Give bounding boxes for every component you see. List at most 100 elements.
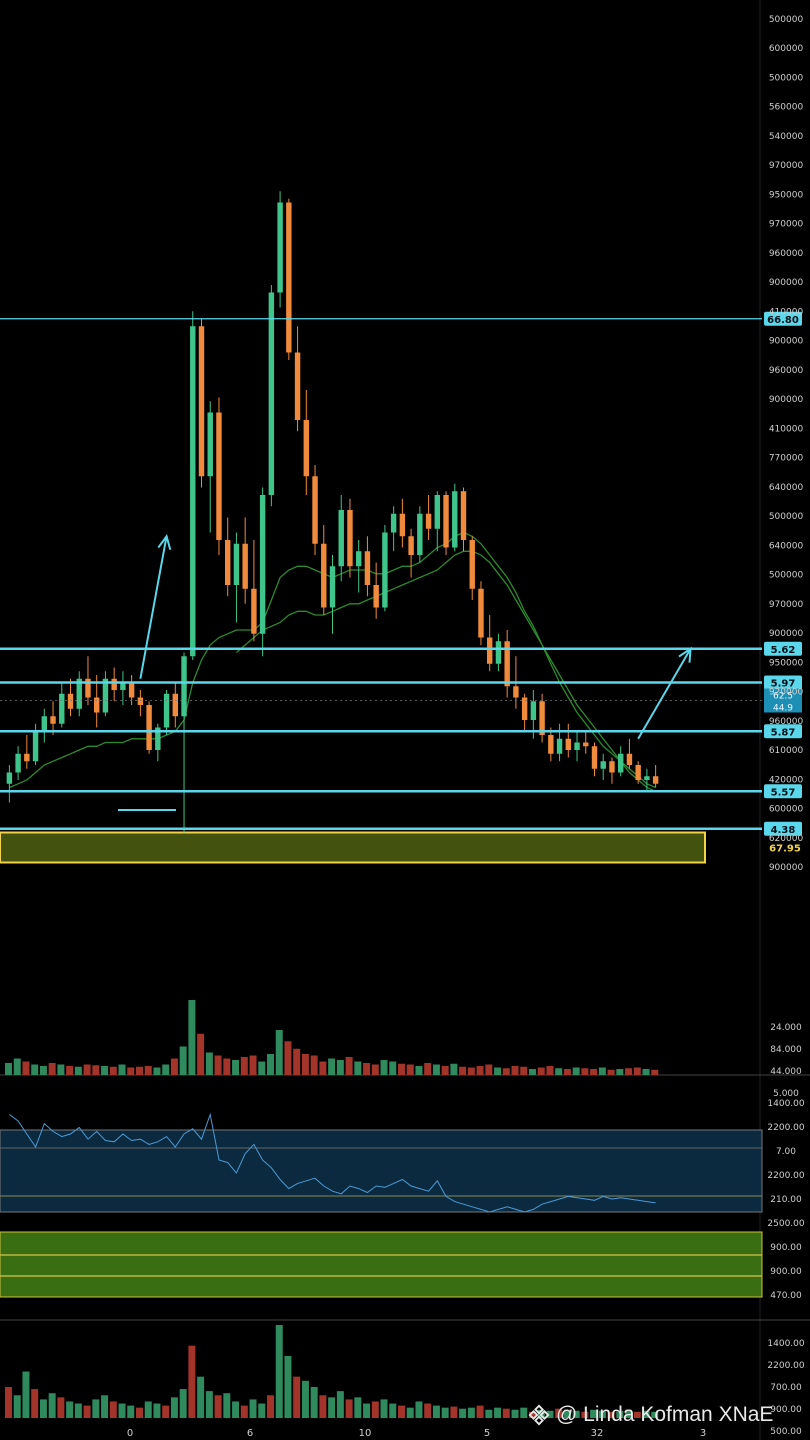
support-zone-rect — [0, 831, 706, 864]
candle-body — [583, 742, 589, 747]
volume-bar — [529, 1069, 536, 1075]
candle-body — [617, 753, 624, 773]
candle-body — [556, 738, 563, 754]
volume2-bar — [22, 1371, 30, 1418]
volume2-bar — [450, 1406, 458, 1418]
volume2-bar — [136, 1407, 143, 1418]
volume2-bar — [380, 1399, 388, 1418]
volume2-bar — [109, 1401, 117, 1418]
candle-body — [198, 326, 205, 477]
volume-bar — [39, 1066, 47, 1075]
oscillator-axis-label: 470.00 — [770, 1291, 802, 1301]
volume2-bar — [432, 1405, 440, 1418]
candle-body — [355, 551, 362, 567]
volume-bar — [572, 1067, 580, 1075]
volume-bar — [293, 1048, 301, 1075]
candle-body — [277, 202, 283, 293]
volume2-bar — [83, 1405, 91, 1418]
price-axis-tick-label: 920000 — [769, 688, 804, 698]
volume-bar — [249, 1055, 257, 1075]
candle-body — [609, 761, 615, 773]
candle-body — [565, 738, 572, 750]
price-axis-tick-label: 970000 — [769, 161, 804, 171]
volume2-bar — [153, 1403, 161, 1418]
candle-body — [373, 585, 379, 608]
volume-bar — [494, 1067, 502, 1075]
oscillator-axis-label: 2200.00 — [767, 1123, 804, 1133]
candle-body — [452, 491, 458, 548]
candle-body — [24, 753, 30, 762]
candle-body — [591, 746, 598, 769]
volume-bar — [92, 1065, 100, 1075]
support-zone — [0, 831, 706, 864]
volume-bar — [432, 1064, 440, 1075]
price-axis-tick-label: 600000 — [769, 44, 804, 54]
volume-bar — [502, 1068, 510, 1075]
volume-bar — [232, 1060, 240, 1075]
volume-bar — [345, 1057, 353, 1075]
oscillator-axis-label: 2500.00 — [767, 1219, 804, 1229]
candle-body — [233, 543, 240, 585]
volume2-bar — [170, 1397, 178, 1418]
volume-bar — [66, 1066, 74, 1075]
volume-bar — [197, 1033, 205, 1075]
candle-body — [530, 701, 537, 720]
candle-body — [207, 412, 213, 477]
volume-bar — [74, 1066, 82, 1075]
volume-bar — [581, 1068, 589, 1075]
volume-bar — [31, 1064, 39, 1075]
volume-axis-label: 5.000 — [773, 1089, 799, 1099]
candle-body — [294, 352, 301, 420]
candle-body — [59, 693, 65, 724]
volume2-bar — [328, 1397, 336, 1418]
volume-bar — [520, 1066, 528, 1075]
volume2-bar — [188, 1345, 196, 1418]
volume2-axis-label: 500.00 — [770, 1427, 802, 1437]
volume-bar — [109, 1066, 117, 1075]
volume2-bar — [415, 1401, 423, 1418]
level-label: 5.62 — [771, 645, 796, 656]
volume-bar — [214, 1055, 222, 1075]
volume-bar — [450, 1063, 458, 1075]
volume2-bar — [363, 1403, 371, 1418]
candle-body — [460, 491, 467, 540]
volume-bar — [441, 1066, 449, 1075]
zone-label: 67.95 — [769, 844, 801, 855]
time-axis-label: 0 — [127, 1428, 133, 1439]
volume2-axis-label: 900.00 — [770, 1405, 802, 1415]
price-axis-tick-label: 960000 — [769, 249, 804, 259]
trading-chart[interactable]: 66.805.625.975.875.574.3862.544.967.95 5… — [0, 0, 810, 1440]
volume-bar — [170, 1058, 178, 1075]
price-axis-tick-label: 540000 — [769, 132, 804, 142]
volume-axis-label: 24.000 — [770, 1023, 802, 1033]
candle-body — [303, 420, 310, 477]
candle-body — [93, 697, 100, 713]
volume2-bar — [336, 1391, 344, 1418]
volume2-bar — [520, 1407, 528, 1418]
volume2-axis-label: 1400.00 — [767, 1339, 804, 1349]
price-axis-tick-label: 900000 — [769, 278, 804, 288]
volume2-bar — [424, 1403, 432, 1418]
volume2-bar — [5, 1387, 12, 1418]
time-axis-label: 10 — [359, 1428, 372, 1439]
volume2-bar — [354, 1397, 362, 1418]
volume2-bar — [162, 1405, 170, 1418]
volume2-bar — [258, 1403, 266, 1418]
candle-body — [364, 551, 371, 585]
volume-bar — [511, 1066, 519, 1075]
candle-body — [172, 693, 179, 717]
volume-bar — [153, 1067, 161, 1075]
volume-bar — [48, 1063, 56, 1075]
volume2-bar — [485, 1409, 493, 1418]
volume2-bar — [249, 1399, 257, 1418]
volume-bar — [555, 1068, 563, 1075]
oscillator-axis-label: 1400.00 — [767, 1099, 804, 1109]
volume-bar — [179, 1046, 187, 1075]
volume2-bar — [48, 1393, 56, 1418]
volume-bar — [598, 1067, 606, 1075]
candle-body — [469, 540, 475, 589]
volume2-bar — [467, 1407, 475, 1418]
candle-body — [478, 588, 484, 638]
volume-bar — [424, 1063, 432, 1075]
volume-bar — [633, 1067, 641, 1075]
